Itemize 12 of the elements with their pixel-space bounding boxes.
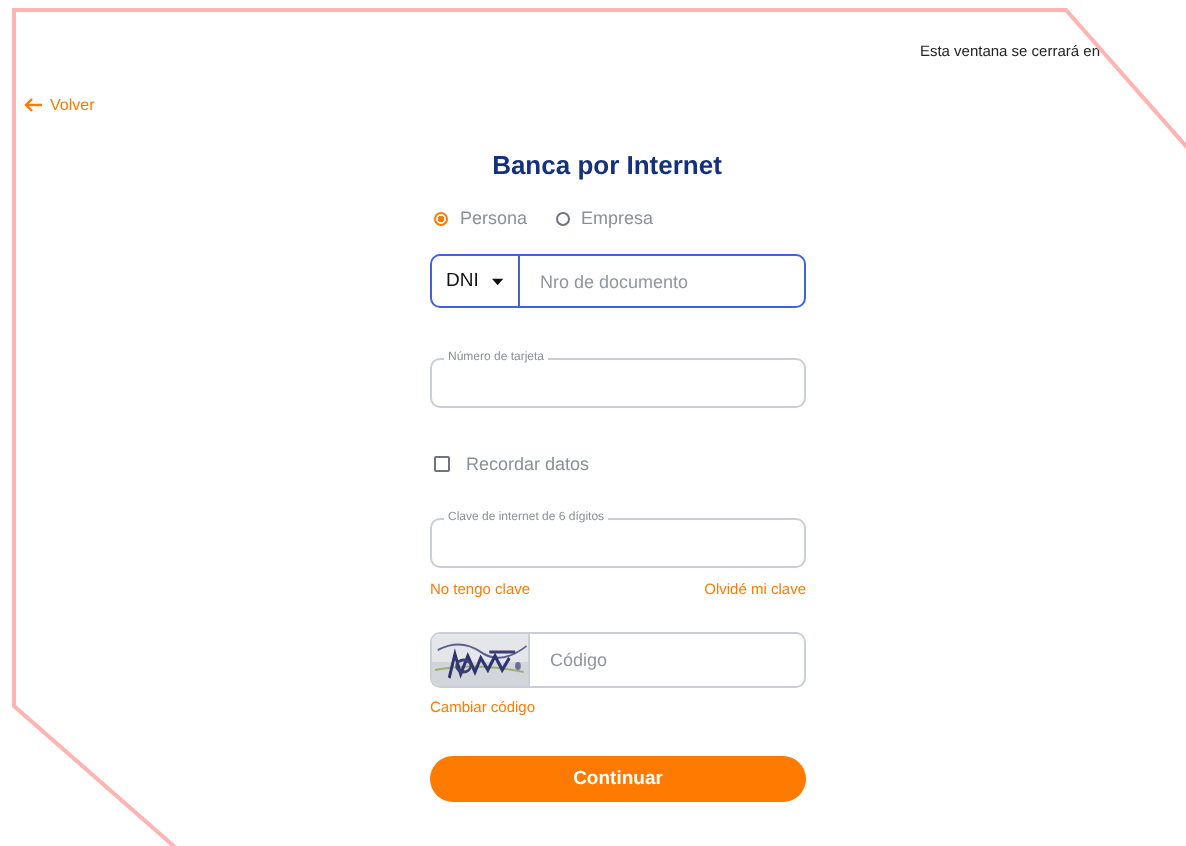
arrow-left-icon [24,98,42,112]
caret-icon [492,277,504,285]
captcha-field[interactable]: Código [430,632,806,688]
document-type-select[interactable]: DNI [432,256,520,306]
client-type-radio[interactable]: Empresa [555,208,654,228]
document-field[interactable]: DNI Nro de documento [430,254,806,308]
back-link[interactable]: Volver [24,96,95,114]
client-type-radio[interactable]: Persona [434,208,528,228]
code-field[interactable]: Código [530,634,804,686]
remember-checkbox[interactable]: Recordar datos [430,454,806,474]
continue-button[interactable]: Continuar [430,756,806,802]
page-title: Banca por Internet [490,150,724,180]
